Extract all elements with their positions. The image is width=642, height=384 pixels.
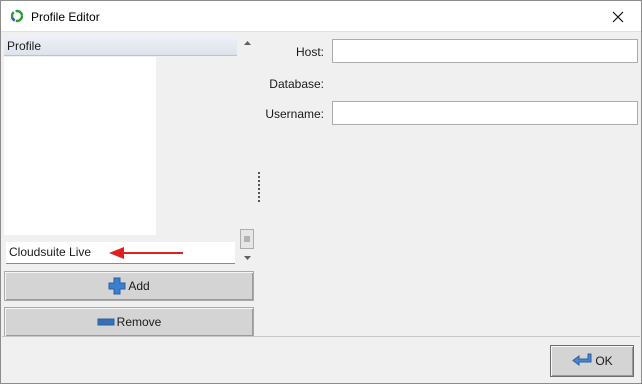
profile-list[interactable] bbox=[4, 57, 156, 235]
username-input[interactable] bbox=[332, 101, 638, 125]
host-input[interactable] bbox=[332, 39, 638, 63]
scroll-down-button[interactable] bbox=[239, 251, 255, 265]
red-arrow-annotation bbox=[109, 247, 183, 259]
remove-button-label: Remove bbox=[116, 315, 162, 329]
ok-button[interactable]: OK bbox=[550, 345, 634, 377]
pane-splitter[interactable] bbox=[257, 172, 261, 204]
username-label: Username: bbox=[265, 107, 324, 121]
chevron-up-icon bbox=[243, 41, 251, 45]
plus-icon bbox=[108, 277, 126, 295]
close-icon bbox=[612, 11, 624, 22]
remove-profile-button[interactable]: Remove bbox=[4, 307, 254, 337]
window-title: Profile Editor bbox=[31, 10, 100, 24]
grip-icon bbox=[244, 236, 250, 242]
refresh-ring-icon bbox=[10, 9, 24, 23]
add-button-label: Add bbox=[128, 279, 150, 293]
add-profile-button[interactable]: Add bbox=[4, 271, 254, 301]
scroll-up-button[interactable] bbox=[239, 36, 255, 50]
dialog-footer: OK bbox=[2, 336, 640, 383]
scroll-thumb[interactable] bbox=[240, 229, 254, 249]
profile-list-scrollbar[interactable] bbox=[239, 36, 255, 265]
profile-list-panel: Profile Cloudsuite Live bbox=[4, 36, 255, 265]
close-button[interactable] bbox=[595, 1, 641, 32]
profile-list-header: Profile bbox=[4, 36, 237, 56]
title-bar: Profile Editor bbox=[1, 1, 641, 32]
host-label: Host: bbox=[295, 45, 324, 59]
editor-content: Profile Cloudsuite Live Add Remove Host:… bbox=[2, 32, 640, 337]
database-label: Database: bbox=[269, 77, 324, 91]
ok-button-label: OK bbox=[595, 354, 613, 368]
profile-editor-window: Profile Editor Profile Cloudsuite Live A… bbox=[0, 0, 642, 384]
enter-return-icon bbox=[572, 353, 592, 366]
chevron-down-icon bbox=[243, 256, 251, 260]
minus-icon bbox=[97, 318, 115, 326]
